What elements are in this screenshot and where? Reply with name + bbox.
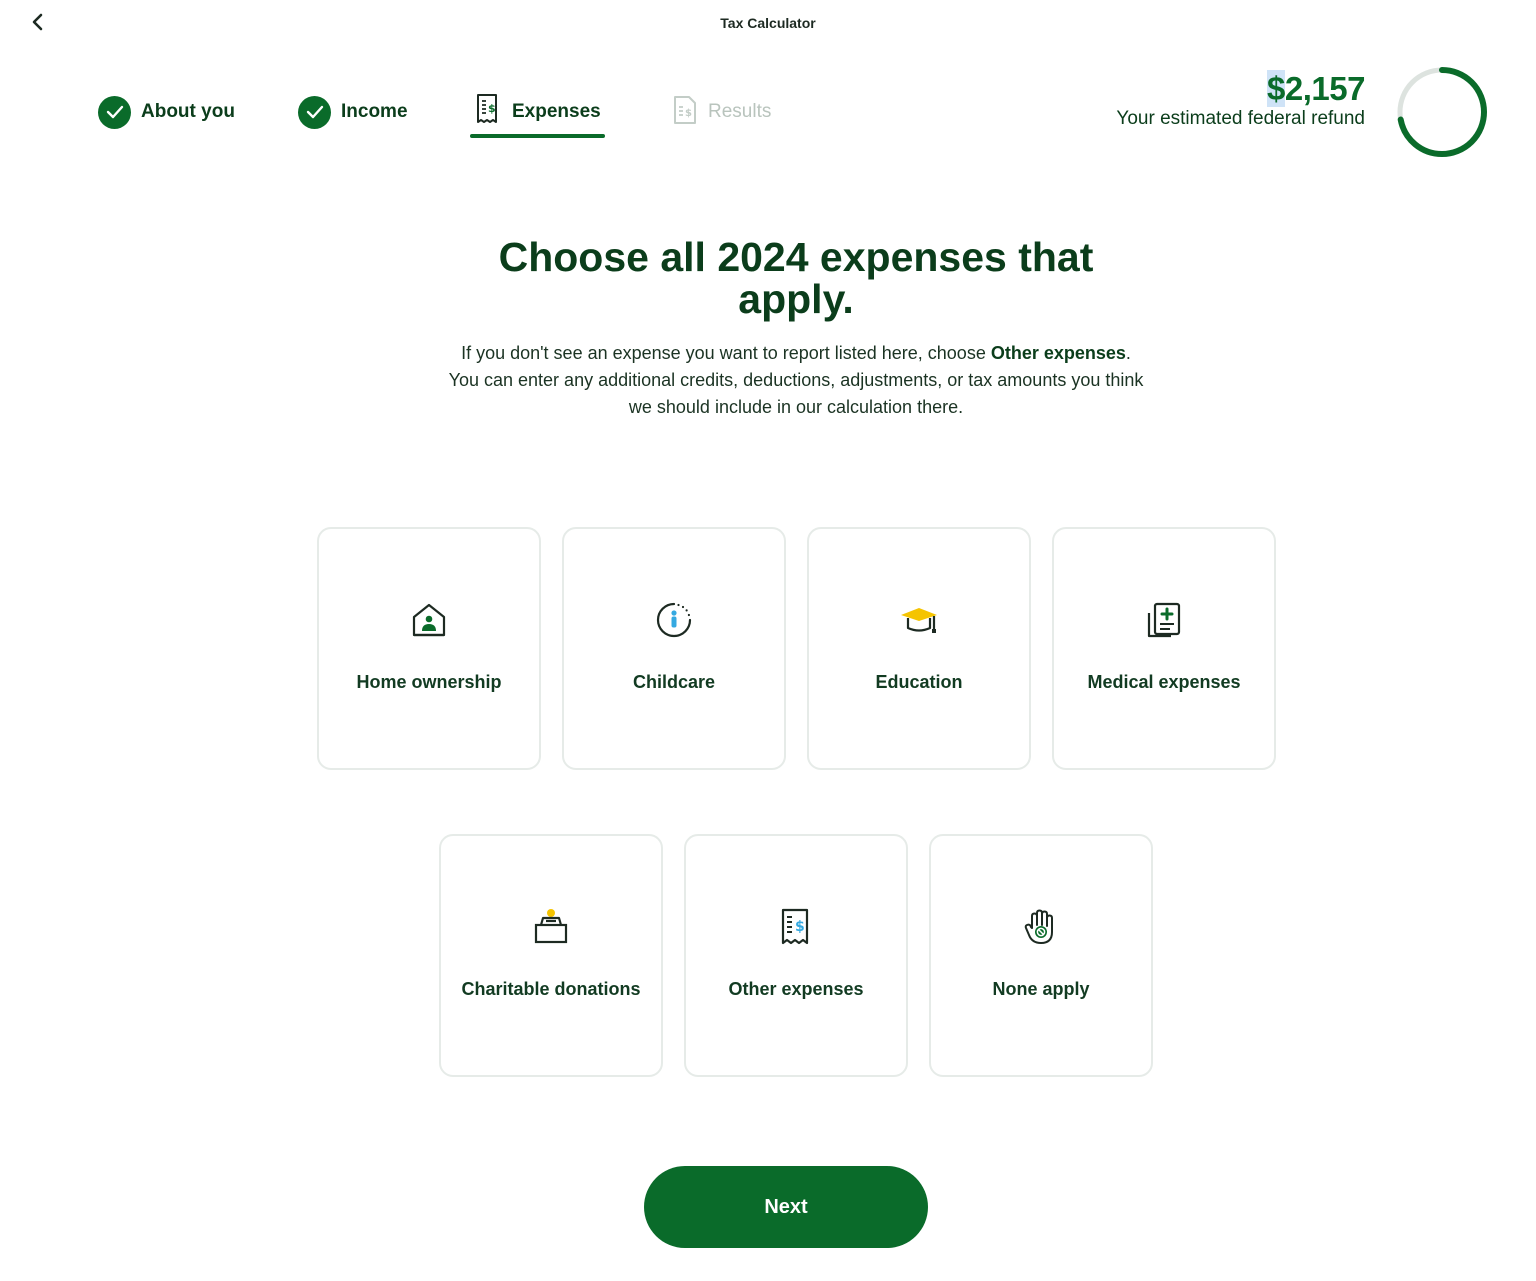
step-expenses[interactable]: $ Expenses [470, 90, 605, 138]
currency-symbol: $ [1267, 70, 1285, 107]
intro-bold: Other expenses [990, 343, 1126, 363]
step-label: Income [341, 101, 408, 122]
step-income[interactable]: Income [298, 90, 408, 134]
option-label: Education [875, 672, 963, 692]
option-education[interactable]: Education [807, 527, 1031, 770]
checkmark-icon [98, 95, 131, 129]
option-charitable-donations[interactable]: Charitable donations [439, 834, 663, 1077]
receipt-icon: $ [474, 93, 502, 131]
tax-calculator-page: Tax Calculator About you Income $ Expens… [0, 0, 1536, 1281]
intro-text: If you don't see an expense you want to … [446, 340, 1146, 421]
step-label: About you [141, 101, 235, 122]
option-label: Home ownership [356, 672, 502, 692]
app-title: Tax Calculator [720, 15, 816, 31]
refund-progress-ring [1397, 67, 1487, 157]
option-home-ownership[interactable]: Home ownership [317, 527, 541, 770]
checkmark-icon [298, 95, 331, 129]
child-icon [564, 601, 784, 639]
page-heading: Choose all 2024 expenses that apply. [418, 236, 1174, 320]
option-label: Charitable donations [461, 979, 641, 999]
step-label: Results [708, 101, 772, 122]
option-label: Other expenses [728, 979, 864, 999]
svg-text:$: $ [685, 108, 692, 119]
results-document-icon: $ [672, 93, 698, 131]
option-none-apply[interactable]: None apply [929, 834, 1153, 1077]
medical-document-icon [1054, 601, 1274, 639]
stop-hand-icon [931, 908, 1151, 946]
heading-line-2: apply. [738, 276, 854, 322]
option-label: Childcare [632, 672, 716, 692]
step-label: Expenses [512, 101, 601, 122]
svg-text:$: $ [488, 102, 496, 115]
step-results: $ Results [672, 90, 771, 134]
donation-box-icon [441, 908, 661, 946]
receipt-icon: $ [686, 908, 906, 946]
intro-part-1: If you don't see an expense you want to … [461, 343, 991, 363]
step-about-you[interactable]: About you [98, 90, 235, 134]
option-label: None apply [992, 979, 1090, 999]
option-other-expenses[interactable]: $ Other expenses [684, 834, 908, 1077]
svg-text:$: $ [795, 919, 805, 935]
refund-caption: Your estimated federal refund [1116, 108, 1365, 129]
refund-value: 2,157 [1284, 70, 1366, 107]
heading-line-1: Choose all 2024 expenses that [498, 234, 1094, 280]
option-childcare[interactable]: Childcare [562, 527, 786, 770]
option-medical-expenses[interactable]: Medical expenses [1052, 527, 1276, 770]
next-button[interactable]: Next [644, 1166, 928, 1248]
graduation-cap-icon [809, 601, 1029, 639]
house-icon [319, 601, 539, 639]
active-step-indicator [470, 134, 605, 138]
refund-amount: $2,157 [1267, 70, 1366, 108]
option-label: Medical expenses [1087, 672, 1241, 692]
